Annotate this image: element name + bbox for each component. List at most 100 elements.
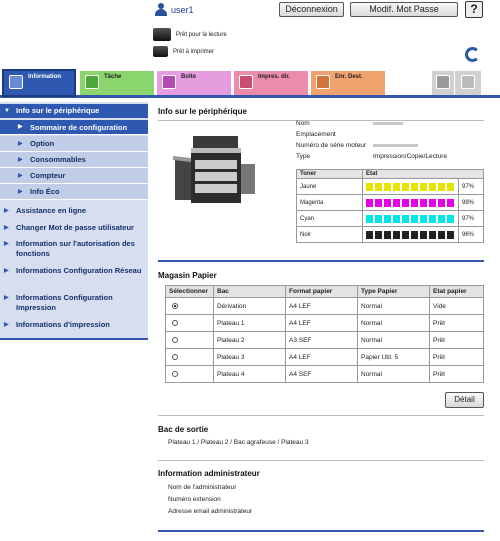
logout-button[interactable]: Déconnexion [279,2,344,17]
paper-tray-title: Magasin Papier [158,271,217,280]
tab-bar: Information Tâche Boîte Impres. dir. Enr… [0,68,500,98]
toner-row: Noir 96% [296,226,484,243]
toner-percent: 97% [458,210,484,227]
sidebar-item-device-info[interactable]: Info sur le périphérique [0,104,148,118]
toner-percent: 98% [458,194,484,211]
toner-segment [420,182,427,191]
tab-job[interactable]: Tâche [80,71,154,95]
tab-label: Impres. dir. [258,74,291,80]
toner-segment [384,182,391,191]
tray-radio[interactable] [172,336,178,343]
paper-col-header: Format papier [285,285,358,298]
toner-segment [393,230,400,239]
sidebar-item-counter[interactable]: Compteur [0,168,148,184]
tray-type: Normal [357,314,430,332]
toner-header: Toner [296,169,363,179]
table-row: Plateau 1 A4 LEF Normal Prêt [165,314,484,332]
toner-segment [447,214,454,223]
toner-segment [429,230,436,239]
sidebar-item-print-config[interactable]: Informations Configuration Impression [0,292,148,314]
toner-segment [384,230,391,239]
tray-name: Plateau 4 [213,365,286,383]
tray-size: A4 LEF [285,314,358,332]
tray-state: Prêt [429,365,484,383]
toner-segment [447,198,454,207]
admin-extension-label: Numéro extension [168,496,221,503]
toner-segment [438,182,445,191]
toner-segment [411,214,418,223]
output-tray-title: Bac de sortie [158,425,209,434]
toner-segment [420,230,427,239]
toner-segment [429,214,436,223]
sidebar-item-print-info[interactable]: Informations d'impression [0,318,148,332]
job-icon [85,75,99,89]
printer-icon [153,46,168,57]
paper-col-header: Type Papier [357,285,430,298]
information-icon [9,75,23,89]
sidebar-item-online-assistance[interactable]: Assistance en ligne [0,204,148,218]
sidebar: Info sur le périphérique Sommaire de con… [0,102,148,340]
scan-status: Prêt pour la lecture [153,28,227,41]
toner-segment [393,214,400,223]
sidebar-item-change-password[interactable]: Changer Mot de passe utilisateur [0,221,148,235]
device-info-title: Info sur le périphérique [158,107,247,116]
tab-address-book[interactable]: Enr. Dest. [311,71,385,95]
tray-type: Normal [357,331,430,349]
device-name-label: Nom [296,120,310,127]
sidebar-item-option[interactable]: Option [0,136,148,152]
output-tray-value: Plateau 1 / Plateau 2 / Bac agrafeuse / … [168,439,309,446]
tray-state: Prêt [429,331,484,349]
type-label: Type [296,153,311,160]
sidebar-item-consumables[interactable]: Consommables [0,152,148,168]
tray-type: Normal [357,297,430,315]
toner-segment [384,198,391,207]
user-indicator: user1 [155,3,194,16]
toner-name: Cyan [296,210,363,227]
toner-segment [411,198,418,207]
toner-segment [375,214,382,223]
tray-radio[interactable] [172,353,178,360]
tray-state: Prêt [429,314,484,332]
toner-percent: 96% [458,226,484,243]
detail-button[interactable]: Détail [445,392,484,408]
toner-segment [438,230,445,239]
sidebar-item-config-summary[interactable]: Sommaire de configuration [0,120,148,135]
toner-row: Magenta 98% [296,194,484,211]
admin-info-title: Information administrateur [158,469,260,478]
toner-segment [375,230,382,239]
tray-radio[interactable] [172,370,178,377]
toner-name: Noir [296,226,363,243]
tab-box[interactable]: Boîte [157,71,231,95]
tab-information[interactable]: Information [2,69,76,97]
tray-name: Dérivation [213,297,286,315]
tray-radio[interactable] [172,319,178,326]
printer-image [173,136,255,203]
tab-misc-2[interactable] [455,71,481,95]
sidebar-item-function-permission[interactable]: Information sur l'autorisation des fonct… [0,238,148,260]
toner-percent: 97% [458,178,484,195]
tray-state: Prêt [429,348,484,366]
tray-size: A4 SEF [285,365,358,383]
tray-name: Plateau 1 [213,314,286,332]
toner-segment [438,198,445,207]
tab-label: Enr. Dest. [335,74,363,80]
sidebar-item-eco-info[interactable]: Info Éco [0,184,148,200]
paper-col-header: Etat papier [429,285,484,298]
toner-level-bar [366,198,455,207]
tray-radio[interactable] [172,302,178,309]
scan-status-text: Prêt pour la lecture [176,31,227,38]
change-password-button[interactable]: Modif. Mot Passe [350,2,458,17]
tab-misc-1[interactable] [432,71,454,95]
admin-name-label: Nom de l'administrateur [168,484,237,491]
help-button[interactable]: ? [465,1,483,18]
table-row: Plateau 4 A4 SEF Normal Prêt [165,365,484,383]
toner-level-bar [366,182,455,191]
bottom-divider [158,530,484,532]
toner-segment [402,230,409,239]
sidebar-item-network-config[interactable]: Informations Configuration Réseau [0,265,148,287]
tab-direct-print[interactable]: Impres. dir. [234,71,308,95]
paper-tray-table: Sélectionner Bac Format papier Type Papi… [165,285,484,383]
toner-segment [366,230,373,239]
refresh-icon[interactable] [465,47,480,62]
table-row: Plateau 3 A4 LEF Papier Util. 5 Prêt [165,348,484,366]
